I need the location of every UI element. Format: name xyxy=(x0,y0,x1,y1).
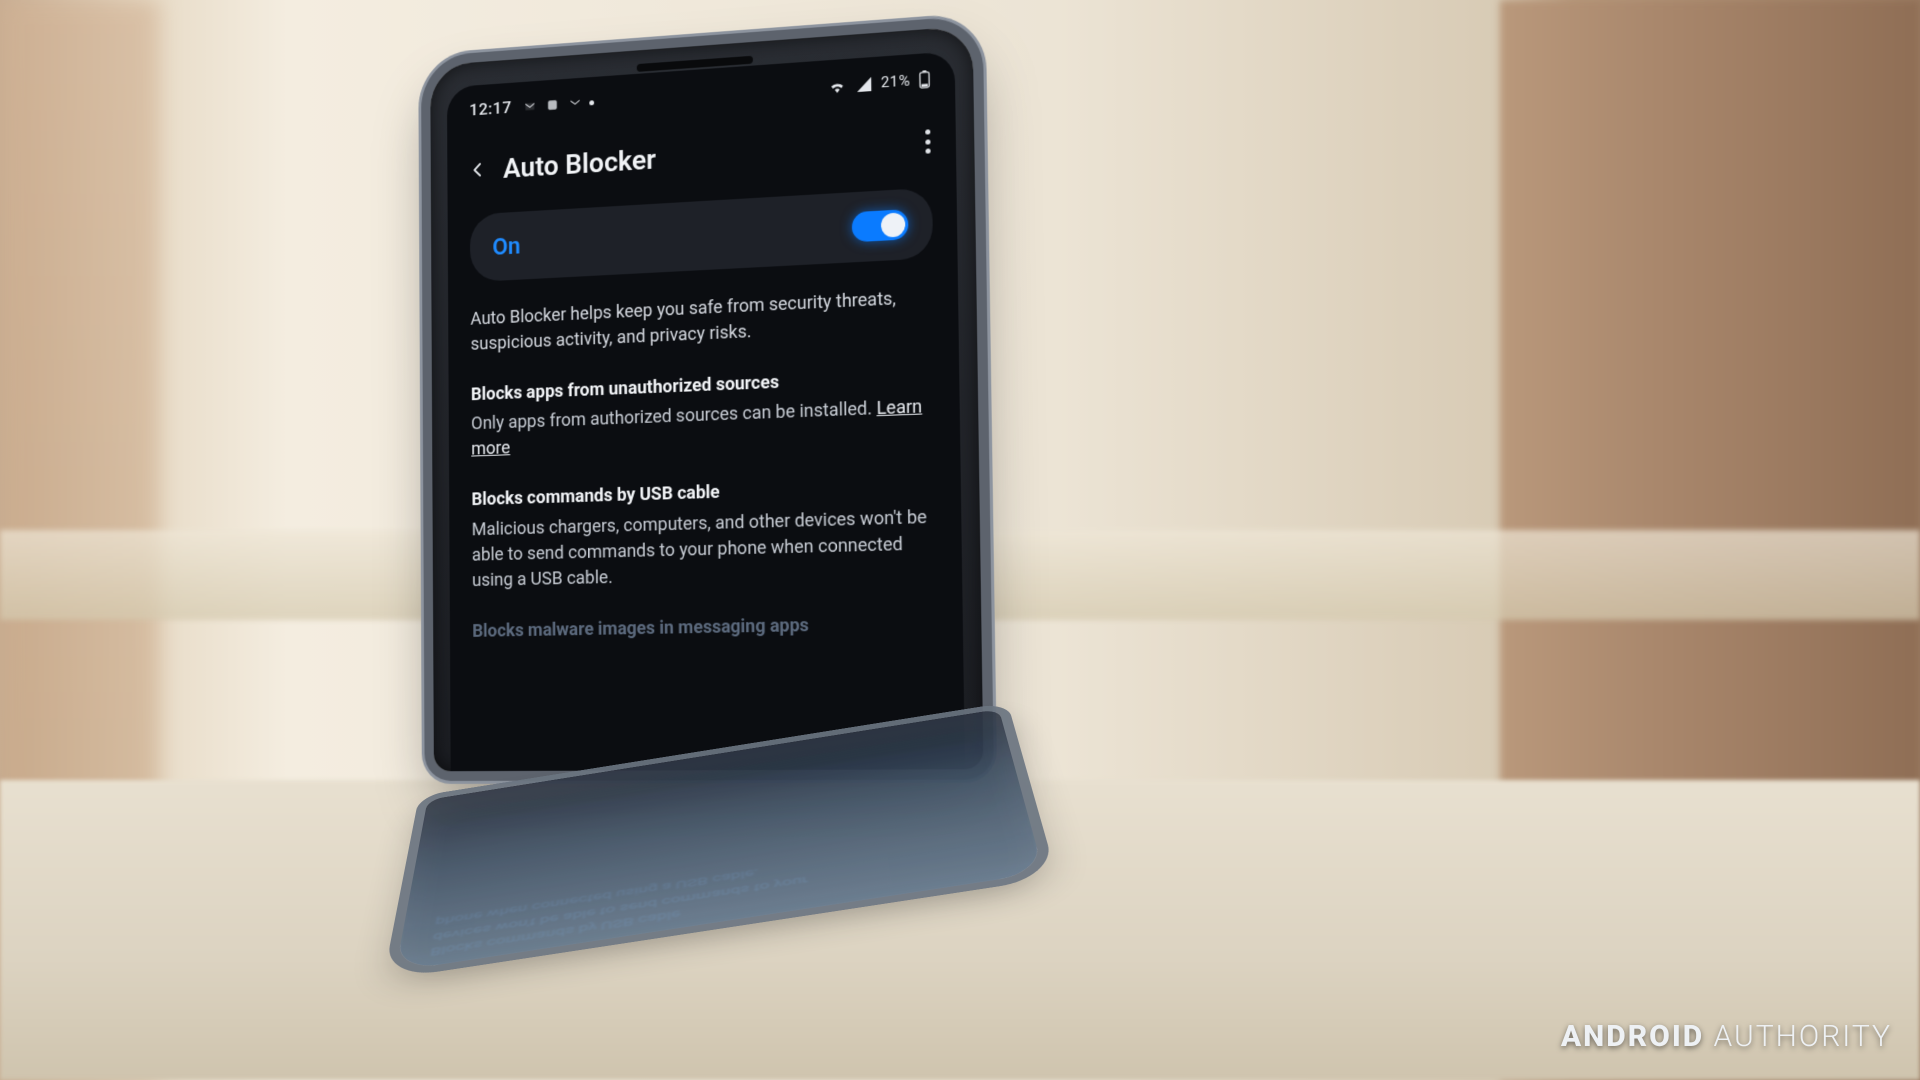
toggle-state-label: On xyxy=(492,232,520,261)
signal-icon xyxy=(855,75,873,92)
section-usb-commands: Blocks commands by USB cable Malicious c… xyxy=(471,473,937,593)
back-icon[interactable] xyxy=(470,161,487,179)
battery-percent: 21% xyxy=(881,71,911,91)
wifi-icon xyxy=(827,77,847,94)
gmail-icon xyxy=(566,96,583,111)
gmail-icon xyxy=(521,99,538,114)
toggle-switch[interactable] xyxy=(852,209,909,242)
more-dot-icon xyxy=(589,100,594,105)
phone-screen: 12:17 21% xyxy=(447,51,965,771)
intro-text: Auto Blocker helps keep you safe from se… xyxy=(470,284,934,357)
photo-backdrop: 12:17 21% xyxy=(0,0,1920,1080)
page-title: Auto Blocker xyxy=(503,142,656,184)
settings-body: Auto Blocker helps keep you safe from se… xyxy=(470,284,938,644)
watermark-light: AUTHORITY xyxy=(1714,1019,1892,1054)
watermark-bold: ANDROID xyxy=(1561,1019,1704,1054)
app-icon xyxy=(544,98,561,113)
status-notif-icons xyxy=(521,95,594,114)
watermark: ANDROID AUTHORITY xyxy=(1561,1019,1892,1054)
section-unauthorized-apps: Blocks apps from unauthorized sources On… xyxy=(471,364,936,463)
master-toggle-row[interactable]: On xyxy=(470,188,933,283)
section-malware-images-cutoff: Blocks malware images in messaging apps xyxy=(472,610,938,644)
battery-icon xyxy=(918,70,930,89)
more-menu-icon[interactable] xyxy=(925,129,931,154)
status-time: 12:17 xyxy=(469,98,512,120)
toggle-knob xyxy=(881,212,906,237)
phone-upper-half: 12:17 21% xyxy=(430,26,983,771)
phone-frame: 12:17 21% xyxy=(430,26,983,771)
section-sub: Malicious chargers, computers, and other… xyxy=(472,504,938,594)
